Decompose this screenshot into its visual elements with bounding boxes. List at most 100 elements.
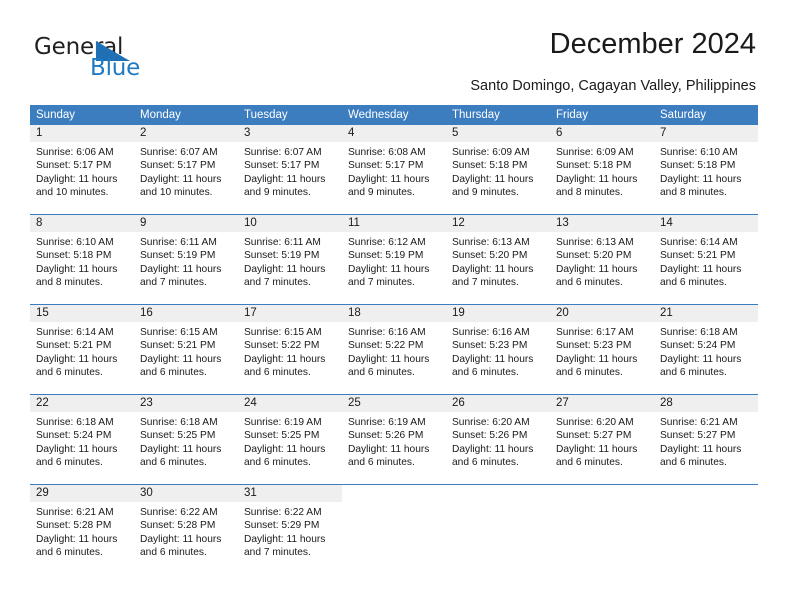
day-sun-info: Sunrise: 6:11 AM Sunset: 5:19 PM Daylight:…	[238, 232, 342, 290]
day-sunrise-text: Sunrise: 6:19 AM	[244, 417, 322, 428]
day-cell[interactable]: 10 Sunrise: 6:11 AM Sunset: 5:19 PM Dayligh…	[238, 215, 342, 304]
day-number: 11	[348, 217, 360, 229]
day-number-band: 3	[238, 125, 342, 142]
day-number-band: 30	[134, 485, 238, 502]
day-cell[interactable]: 17 Sunrise: 6:15 AM Sunset: 5:22 PM Dayligh…	[238, 305, 342, 394]
day-cell[interactable]: 30 Sunrise: 6:22 AM Sunset: 5:28 PM Dayligh…	[134, 485, 238, 574]
day-daylight1-text: Daylight: 11 hours	[140, 533, 222, 545]
day-sunrise-text: Sunrise: 6:06 AM	[36, 147, 114, 158]
day-number: 31	[244, 487, 257, 499]
day-daylight1-text: Daylight: 11 hours	[556, 353, 638, 365]
day-cell[interactable]: 26 Sunrise: 6:20 AM Sunset: 5:26 PM Dayligh…	[446, 395, 550, 484]
day-daylight1-text: Daylight: 11 hours	[556, 443, 638, 455]
day-number-band: 25	[342, 395, 446, 412]
day-sunrise-text: Sunrise: 6:14 AM	[660, 237, 738, 248]
day-daylight2-text: and 7 minutes.	[348, 277, 415, 289]
day-cell[interactable]: 16 Sunrise: 6:15 AM Sunset: 5:21 PM Dayligh…	[134, 305, 238, 394]
day-daylight1-text: Daylight: 11 hours	[36, 263, 118, 275]
day-daylight2-text: and 9 minutes.	[452, 187, 519, 199]
day-daylight2-text: and 8 minutes.	[36, 277, 103, 289]
day-cell[interactable]: 11 Sunrise: 6:12 AM Sunset: 5:19 PM Dayligh…	[342, 215, 446, 304]
day-cell[interactable]: 8 Sunrise: 6:10 AM Sunset: 5:18 PM Daylight…	[30, 215, 134, 304]
day-cell[interactable]: 23 Sunrise: 6:18 AM Sunset: 5:25 PM Dayligh…	[134, 395, 238, 484]
day-sun-info: Sunrise: 6:21 AM Sunset: 5:27 PM Daylight:…	[654, 412, 758, 470]
day-cell[interactable]: 28 Sunrise: 6:21 AM Sunset: 5:27 PM Dayligh…	[654, 395, 758, 484]
day-sunset-text: Sunset: 5:27 PM	[556, 430, 632, 442]
day-sunrise-text: Sunrise: 6:20 AM	[556, 417, 634, 428]
day-cell[interactable]: 27 Sunrise: 6:20 AM Sunset: 5:27 PM Dayligh…	[550, 395, 654, 484]
day-cell[interactable]: 19 Sunrise: 6:16 AM Sunset: 5:23 PM Dayligh…	[446, 305, 550, 394]
day-daylight1-text: Daylight: 11 hours	[348, 173, 430, 185]
day-number-band: 11	[342, 215, 446, 232]
day-number-band: 18	[342, 305, 446, 322]
general-blue-logo[interactable]: General Blue	[34, 34, 224, 84]
day-sun-info: Sunrise: 6:15 AM Sunset: 5:21 PM Daylight:…	[134, 322, 238, 380]
day-sunset-text: Sunset: 5:26 PM	[452, 430, 528, 442]
day-daylight1-text: Daylight: 11 hours	[140, 263, 222, 275]
day-number: 19	[452, 307, 465, 319]
day-sunset-text: Sunset: 5:20 PM	[556, 250, 632, 262]
day-sunset-text: Sunset: 5:22 PM	[244, 340, 320, 352]
day-cell[interactable]: 22 Sunrise: 6:18 AM Sunset: 5:24 PM Dayligh…	[30, 395, 134, 484]
day-cell[interactable]: 5 Sunrise: 6:09 AM Sunset: 5:18 PM Daylight…	[446, 125, 550, 214]
day-sun-info	[550, 502, 654, 506]
weekday-header-saturday: Saturday	[660, 109, 707, 121]
day-cell[interactable]: 6 Sunrise: 6:09 AM Sunset: 5:18 PM Daylight…	[550, 125, 654, 214]
day-number-band: 7	[654, 125, 758, 142]
day-number: 7	[660, 127, 667, 139]
day-sunset-text: Sunset: 5:18 PM	[452, 160, 528, 172]
day-number-band: 14	[654, 215, 758, 232]
day-daylight1-text: Daylight: 11 hours	[556, 263, 638, 275]
day-number-band: 13	[550, 215, 654, 232]
day-cell[interactable]: 1 Sunrise: 6:06 AM Sunset: 5:17 PM Daylight…	[30, 125, 134, 214]
day-cell[interactable]: 9 Sunrise: 6:11 AM Sunset: 5:19 PM Daylight…	[134, 215, 238, 304]
day-daylight2-text: and 6 minutes.	[36, 547, 103, 559]
day-daylight2-text: and 8 minutes.	[660, 187, 727, 199]
day-sunrise-text: Sunrise: 6:07 AM	[140, 147, 218, 158]
day-cell[interactable]: 24 Sunrise: 6:19 AM Sunset: 5:25 PM Dayligh…	[238, 395, 342, 484]
day-cell[interactable]: 2 Sunrise: 6:07 AM Sunset: 5:17 PM Daylight…	[134, 125, 238, 214]
page-header: General Blue December 2024 Santo Domingo…	[0, 0, 792, 100]
day-sunrise-text: Sunrise: 6:10 AM	[36, 237, 114, 248]
day-daylight1-text: Daylight: 11 hours	[660, 173, 742, 185]
day-cell[interactable]: 13 Sunrise: 6:13 AM Sunset: 5:20 PM Dayligh…	[550, 215, 654, 304]
day-sun-info	[342, 502, 446, 506]
day-cell[interactable]: 7 Sunrise: 6:10 AM Sunset: 5:18 PM Daylight…	[654, 125, 758, 214]
day-cell-empty	[654, 485, 758, 574]
page-title: December 2024	[549, 28, 756, 60]
day-cell[interactable]: 20 Sunrise: 6:17 AM Sunset: 5:23 PM Dayligh…	[550, 305, 654, 394]
day-sun-info	[446, 502, 550, 506]
day-daylight2-text: and 6 minutes.	[36, 457, 103, 469]
day-sunrise-text: Sunrise: 6:17 AM	[556, 327, 634, 338]
day-sunset-text: Sunset: 5:21 PM	[140, 340, 216, 352]
day-sun-info: Sunrise: 6:19 AM Sunset: 5:26 PM Daylight:…	[342, 412, 446, 470]
day-sun-info: Sunrise: 6:12 AM Sunset: 5:19 PM Daylight:…	[342, 232, 446, 290]
day-cell[interactable]: 21 Sunrise: 6:18 AM Sunset: 5:24 PM Dayligh…	[654, 305, 758, 394]
day-sunset-text: Sunset: 5:17 PM	[348, 160, 424, 172]
day-cell[interactable]: 12 Sunrise: 6:13 AM Sunset: 5:20 PM Dayligh…	[446, 215, 550, 304]
day-cell[interactable]: 29 Sunrise: 6:21 AM Sunset: 5:28 PM Dayligh…	[30, 485, 134, 574]
weekday-header-row: Sunday Monday Tuesday Wednesday Thursday…	[30, 105, 758, 125]
day-sun-info: Sunrise: 6:16 AM Sunset: 5:23 PM Daylight:…	[446, 322, 550, 380]
day-sunset-text: Sunset: 5:28 PM	[36, 520, 112, 532]
day-sunset-text: Sunset: 5:25 PM	[244, 430, 320, 442]
weekday-header-friday: Friday	[556, 109, 588, 121]
day-sunrise-text: Sunrise: 6:13 AM	[556, 237, 634, 248]
day-cell[interactable]: 3 Sunrise: 6:07 AM Sunset: 5:17 PM Daylight…	[238, 125, 342, 214]
day-sun-info: Sunrise: 6:18 AM Sunset: 5:24 PM Daylight:…	[30, 412, 134, 470]
day-daylight1-text: Daylight: 11 hours	[348, 443, 430, 455]
day-sunset-text: Sunset: 5:25 PM	[140, 430, 216, 442]
day-sunset-text: Sunset: 5:19 PM	[244, 250, 320, 262]
day-sun-info: Sunrise: 6:19 AM Sunset: 5:25 PM Daylight:…	[238, 412, 342, 470]
day-cell[interactable]: 31 Sunrise: 6:22 AM Sunset: 5:29 PM Dayligh…	[238, 485, 342, 574]
day-sunset-text: Sunset: 5:18 PM	[556, 160, 632, 172]
day-cell[interactable]: 4 Sunrise: 6:08 AM Sunset: 5:17 PM Daylight…	[342, 125, 446, 214]
day-cell[interactable]: 15 Sunrise: 6:14 AM Sunset: 5:21 PM Dayligh…	[30, 305, 134, 394]
day-cell[interactable]: 25 Sunrise: 6:19 AM Sunset: 5:26 PM Dayligh…	[342, 395, 446, 484]
day-number-band: 15	[30, 305, 134, 322]
day-number-band: 9	[134, 215, 238, 232]
day-cell[interactable]: 14 Sunrise: 6:14 AM Sunset: 5:21 PM Dayligh…	[654, 215, 758, 304]
day-number: 16	[140, 307, 153, 319]
day-cell[interactable]: 18 Sunrise: 6:16 AM Sunset: 5:22 PM Dayligh…	[342, 305, 446, 394]
day-sunset-text: Sunset: 5:18 PM	[36, 250, 112, 262]
